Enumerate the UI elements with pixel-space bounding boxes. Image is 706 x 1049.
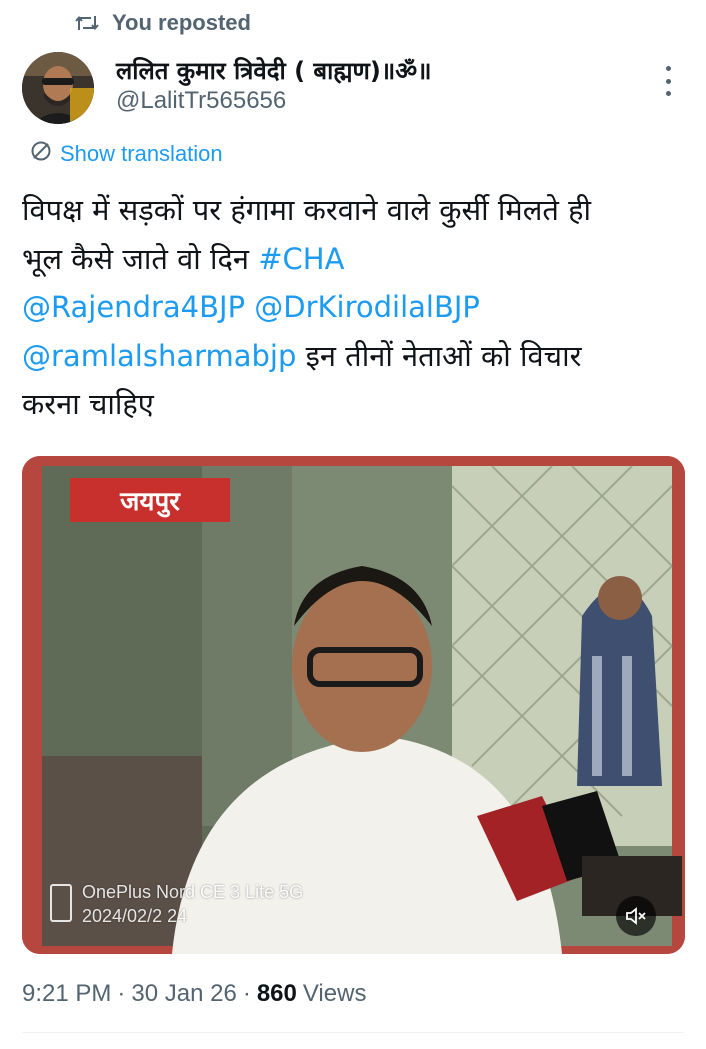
tweet-date[interactable]: 30 Jan 26 [131, 980, 236, 1008]
tweet-time[interactable]: 9:21 PM [22, 980, 111, 1008]
mute-icon[interactable] [616, 896, 656, 936]
watermark-device: OnePlus Nord CE 3 Lite 5G [82, 882, 304, 902]
repost-context: You reposted [74, 6, 251, 40]
oneplus-logo-icon [50, 884, 72, 922]
tweet-line: करना चाहिए [22, 387, 154, 421]
divider [22, 1032, 684, 1033]
translate-icon [30, 140, 52, 168]
tweet-text-fragment: इन तीनों नेताओं को विचार [296, 338, 582, 373]
author-handle[interactable]: @LalitTr565656 [116, 86, 432, 116]
tweet-line: विपक्ष में सड़कों पर हंगामा करवाने वाले … [22, 193, 592, 227]
location-overlay: जयपुर [70, 478, 230, 522]
views-count: 860 [256, 980, 297, 1007]
meta-separator: · [242, 980, 251, 1007]
show-translation-label[interactable]: Show translation [60, 141, 223, 167]
tweet-meta: 9:21 PM · 30 Jan 26 · 860 Views [22, 980, 366, 1008]
more-options-icon[interactable] [658, 66, 678, 96]
mention-link[interactable]: @DrKirodilalBJP [254, 290, 480, 324]
views-label: Views [302, 980, 367, 1007]
hashtag-link[interactable]: #CHA [258, 242, 344, 276]
tweet-text: विपक्ष में सड़कों पर हंगामा करवाने वाले … [22, 186, 682, 429]
mention-link[interactable]: @Rajendra4BJP [22, 290, 245, 324]
avatar[interactable] [22, 52, 94, 124]
author-block[interactable]: ललित कुमार त्रिवेदी ( बाह्मण)॥ॐ॥ @LalitT… [116, 56, 432, 116]
tweet-line: भूल कैसे जाते वो दिन #CHA [22, 235, 682, 284]
repost-icon [74, 10, 100, 36]
watermark-date: 2024/02/2 24 [82, 906, 188, 926]
tweet-line: @ramlalsharmabjp इन तीनों नेताओं को विचा… [22, 332, 682, 381]
meta-separator: · [117, 980, 126, 1007]
camera-watermark: OnePlus Nord CE 3 Lite 5G 2024/02/2 24 [50, 880, 303, 928]
mention-link[interactable]: @ramlalsharmabjp [22, 339, 296, 373]
author-display-name[interactable]: ललित कुमार त्रिवेदी ( बाह्मण)॥ॐ॥ [116, 56, 432, 86]
show-translation-link[interactable]: Show translation [30, 140, 223, 168]
repost-label: You reposted [112, 10, 251, 35]
tweet-text-fragment: भूल कैसे जाते वो दिन [22, 241, 259, 276]
tweet-line: @Rajendra4BJP @DrKirodilalBJP [22, 283, 682, 332]
